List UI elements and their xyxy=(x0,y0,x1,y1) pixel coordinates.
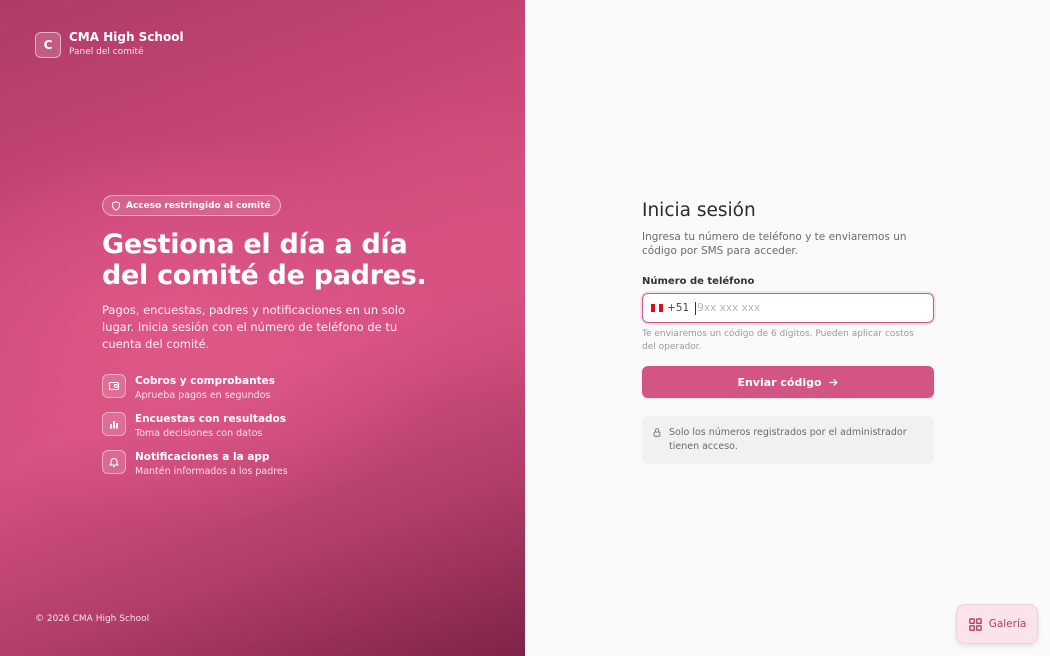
restricted-access-badge: Acceso restringido al comité xyxy=(102,195,281,216)
feature-title: Encuestas con resultados xyxy=(135,413,287,425)
badge-label: Acceso restringido al comité xyxy=(126,200,271,211)
feature-item: Notificaciones a la app Mantén informado… xyxy=(102,450,432,488)
bell-icon xyxy=(102,450,126,474)
send-code-button[interactable]: Enviar código xyxy=(642,366,934,398)
feature-title: Cobros y comprobantes xyxy=(135,375,275,387)
brand: C CMA High School Panel del comité xyxy=(35,30,184,59)
grid-icon xyxy=(968,617,982,631)
phone-hint: Te enviaremos un código de 6 dígitos. Pu… xyxy=(642,329,914,352)
bar-chart-icon xyxy=(102,412,126,436)
gallery-label: Galería xyxy=(988,618,1027,630)
receipt-icon xyxy=(102,374,126,398)
login-form: Inicia sesión Ingresa tu número de teléf… xyxy=(642,200,934,464)
brand-logo: C xyxy=(35,31,61,58)
copyright: © 2026 CMA High School xyxy=(35,614,150,624)
country-code[interactable]: +51 xyxy=(667,302,689,314)
phone-label: Número de teléfono xyxy=(642,276,755,287)
form-title: Inicia sesión xyxy=(642,200,756,221)
phone-field[interactable]: +51 xyxy=(642,293,934,323)
brand-subtitle: Panel del comité xyxy=(69,47,144,57)
hero-headline: Gestiona el día a día del comité de padr… xyxy=(102,229,427,291)
hero-panel: C CMA High School Panel del comité Acces… xyxy=(0,0,525,656)
feature-subtitle: Aprueba pagos en segundos xyxy=(135,390,271,401)
text-cursor xyxy=(695,301,697,315)
feature-list: Cobros y comprobantes Aprueba pagos en s… xyxy=(102,374,432,488)
hero-description: Pagos, encuestas, padres y notificacione… xyxy=(102,303,406,351)
send-code-label: Enviar código xyxy=(737,375,822,389)
arrow-right-icon xyxy=(828,378,837,386)
feature-subtitle: Toma decisiones con datos xyxy=(135,428,263,439)
phone-input[interactable] xyxy=(697,294,933,322)
gallery-button[interactable]: Galería xyxy=(956,604,1038,644)
brand-name: CMA High School xyxy=(69,30,184,44)
feature-item: Encuestas con resultados Toma decisiones… xyxy=(102,412,432,450)
feature-item: Cobros y comprobantes Aprueba pagos en s… xyxy=(102,374,432,412)
peru-flag-icon[interactable] xyxy=(651,304,663,312)
form-subtitle: Ingresa tu número de teléfono y te envia… xyxy=(642,231,907,257)
lock-icon xyxy=(653,428,661,437)
shield-icon xyxy=(112,200,120,211)
feature-title: Notificaciones a la app xyxy=(135,451,270,463)
hero: Acceso restringido al comité Gestiona el… xyxy=(102,195,432,488)
feature-subtitle: Mantén informados a los padres xyxy=(135,466,288,477)
access-note-text: Solo los números registrados por el admi… xyxy=(669,427,907,452)
access-note: Solo los números registrados por el admi… xyxy=(642,416,934,464)
